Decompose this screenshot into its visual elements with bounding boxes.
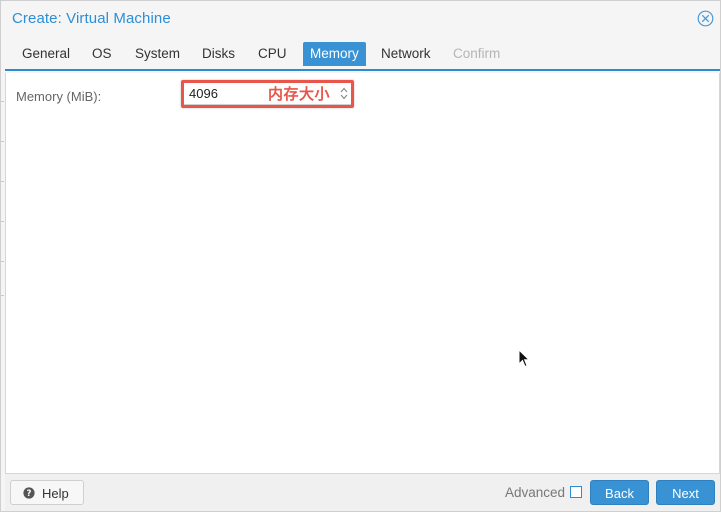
create-vm-dialog: Create: Virtual Machine General OS Syste… [0, 0, 721, 512]
tab-general[interactable]: General [15, 42, 77, 66]
wizard-tab-bar: General OS System Disks CPU Memory Netwo… [5, 41, 720, 71]
tab-disks[interactable]: Disks [195, 42, 242, 66]
help-button-label: Help [42, 486, 69, 501]
svg-text:?: ? [27, 489, 32, 499]
tab-memory[interactable]: Memory [303, 42, 366, 66]
memory-spinner-field [183, 82, 353, 105]
close-icon[interactable] [697, 10, 714, 27]
memory-input[interactable] [184, 83, 334, 104]
help-button[interactable]: ? Help [10, 480, 84, 505]
spinner-arrows-icon[interactable] [338, 84, 350, 103]
tab-confirm: Confirm [453, 46, 501, 61]
memory-panel: Memory (MiB): [5, 73, 720, 473]
tab-cpu[interactable]: CPU [251, 42, 294, 66]
tab-system[interactable]: System [128, 42, 187, 66]
dialog-titlebar: Create: Virtual Machine [1, 1, 720, 38]
tab-network[interactable]: Network [374, 42, 438, 66]
memory-field-label: Memory (MiB): [16, 89, 102, 104]
dialog-title: Create: Virtual Machine [12, 10, 171, 27]
advanced-label: Advanced [505, 485, 566, 500]
advanced-checkbox[interactable] [570, 486, 582, 498]
dialog-footer: ? Help Advanced Back Next [5, 473, 720, 511]
tab-os[interactable]: OS [85, 42, 119, 66]
back-button[interactable]: Back [590, 480, 649, 505]
next-button[interactable]: Next [656, 480, 715, 505]
question-circle-icon: ? [23, 487, 35, 499]
